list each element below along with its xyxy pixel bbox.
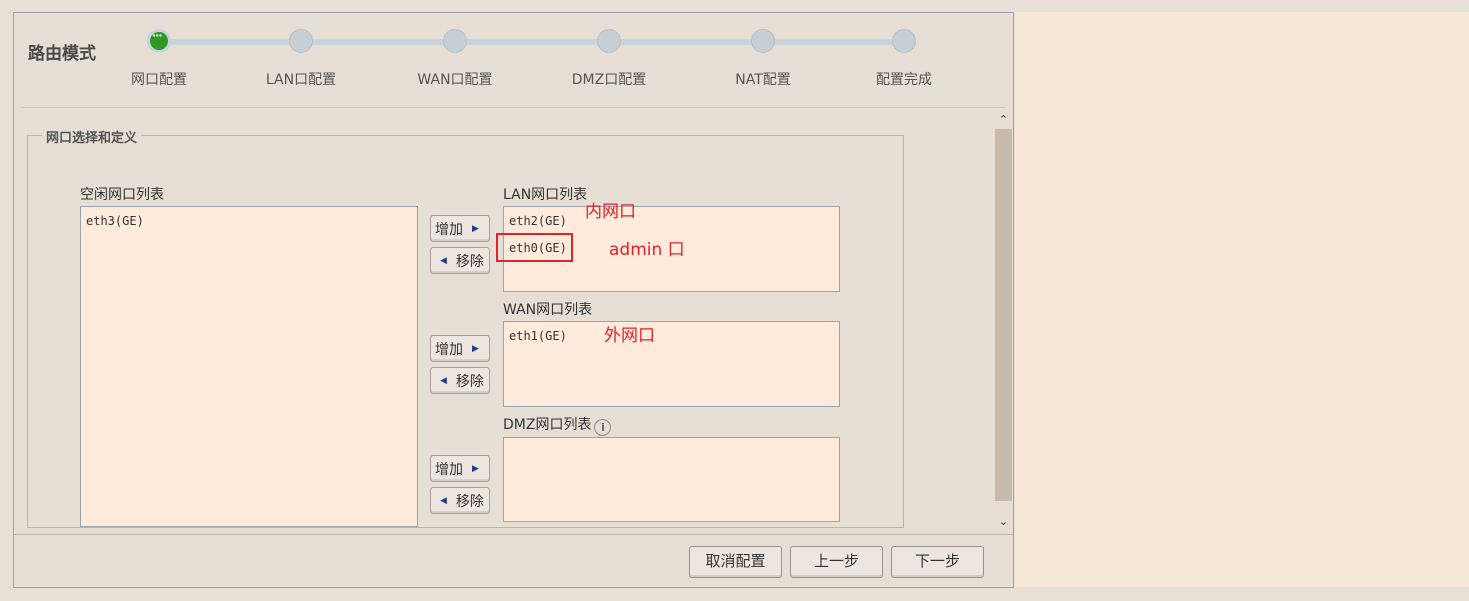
admin-annotation: admin 口 (609, 240, 685, 260)
scroll-down-icon[interactable]: ⌄ (994, 513, 1013, 531)
arrow-left-icon: ◀ (440, 495, 447, 506)
list-item[interactable]: eth1(GE) (509, 329, 567, 343)
step-dot-port-config (147, 29, 171, 53)
vertical-scrollbar[interactable]: ⌃ ⌄ (994, 109, 1013, 533)
wan-remove-button[interactable]: ◀ 移除 (430, 367, 490, 394)
arrow-right-icon: ▶ (472, 223, 479, 234)
step-label-port-config: 网口配置 (131, 72, 187, 88)
prev-step-button[interactable]: 上一步 (790, 546, 883, 578)
route-mode-wizard: 路由模式 网口配置 LAN口配置 WAN口配置 DMZ口配置 NAT配置 配置完… (13, 12, 1014, 588)
arrow-left-icon: ◀ (440, 255, 447, 266)
dmz-remove-button[interactable]: ◀ 移除 (430, 487, 490, 514)
right-empty-pane (1015, 12, 1469, 587)
cancel-config-button[interactable]: 取消配置 (689, 546, 782, 578)
lan-annotation: 内网口 (585, 202, 636, 222)
step-label-lan-config: LAN口配置 (265, 72, 337, 88)
step-dot-finish (892, 29, 916, 53)
step-dot-nat-config (751, 29, 775, 53)
step-label-finish: 配置完成 (876, 72, 932, 88)
step-label-wan-config: WAN口配置 (417, 72, 493, 88)
next-step-button[interactable]: 下一步 (891, 546, 984, 578)
wan-annotation: 外网口 (604, 326, 655, 346)
dmz-port-listbox[interactable] (503, 437, 840, 522)
step-label-nat-config: NAT配置 (735, 72, 791, 88)
step-dot-lan-config (289, 29, 313, 53)
scroll-up-icon[interactable]: ⌃ (994, 111, 1013, 129)
wan-add-button[interactable]: 增加 ▶ (430, 335, 490, 362)
page-title: 路由模式 (28, 44, 96, 64)
idle-port-listbox[interactable]: eth3(GE) (80, 206, 418, 527)
lan-remove-label: 移除 (455, 253, 484, 270)
lan-list-label: LAN网口列表 (503, 187, 588, 203)
dmz-add-label: 增加 (435, 461, 463, 478)
arrow-right-icon: ▶ (472, 343, 479, 354)
step-dot-wan-config (443, 29, 467, 53)
step-label-dmz-config: DMZ口配置 (571, 72, 647, 88)
list-item[interactable]: eth3(GE) (86, 214, 144, 228)
arrow-left-icon: ◀ (440, 375, 447, 386)
wan-remove-label: 移除 (455, 373, 484, 390)
fieldset-legend: 网口选择和定义 (42, 127, 142, 146)
wan-list-label: WAN网口列表 (503, 302, 593, 318)
dmz-add-button[interactable]: 增加 ▶ (430, 455, 490, 482)
dmz-list-label: DMZ网口列表 (503, 417, 592, 433)
admin-port-highlight-box (496, 233, 573, 262)
info-icon[interactable]: i (594, 419, 612, 436)
idle-list-label: 空闲网口列表 (80, 187, 164, 203)
wan-port-listbox[interactable]: eth1(GE) (503, 321, 840, 407)
wan-add-label: 增加 (435, 341, 463, 358)
footer-divider (14, 534, 1013, 535)
arrow-right-icon: ▶ (472, 463, 479, 474)
step-dot-dmz-config (597, 29, 621, 53)
list-item[interactable]: eth2(GE) (509, 214, 567, 228)
scrollbar-thumb[interactable] (995, 129, 1012, 501)
header-divider (22, 107, 1006, 108)
content-scroll-area: 网口选择和定义 空闲网口列表 eth3(GE) 增加 ▶ ◀ 移除 增加 ▶ ◀… (14, 109, 1013, 533)
lan-remove-button[interactable]: ◀ 移除 (430, 247, 490, 274)
steps-progress-track (159, 39, 905, 45)
lan-add-button[interactable]: 增加 ▶ (430, 215, 490, 242)
dmz-remove-label: 移除 (455, 493, 484, 510)
dmz-list-label-row: DMZ网口列表 i (503, 414, 612, 436)
lan-add-label: 增加 (435, 221, 463, 238)
